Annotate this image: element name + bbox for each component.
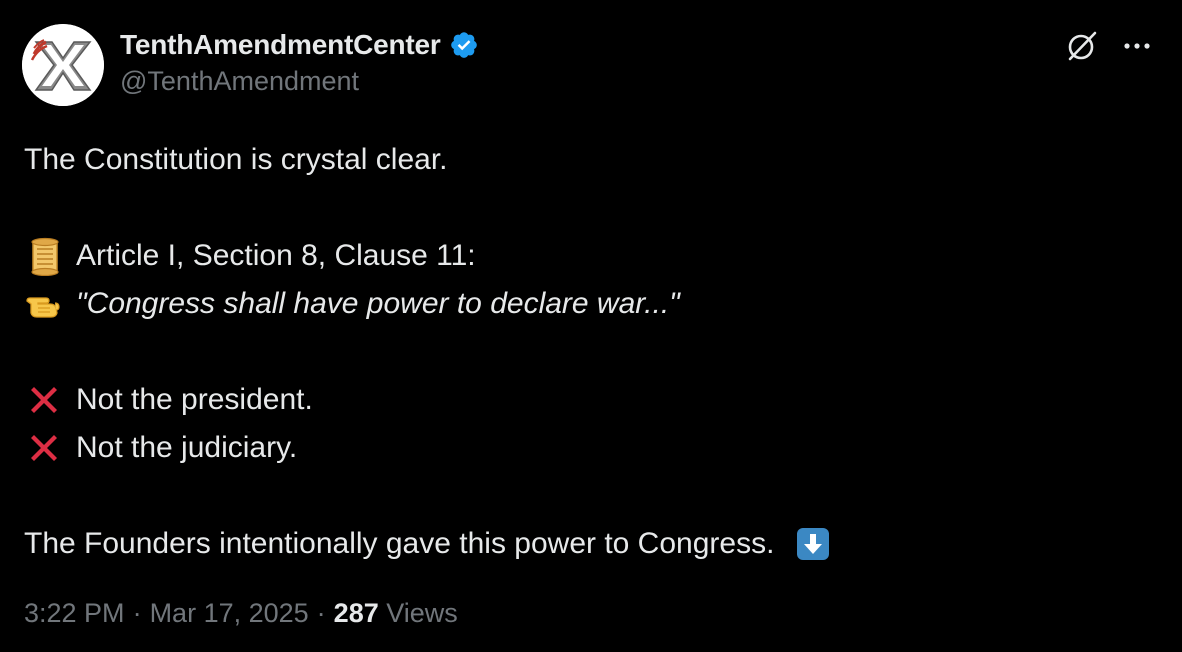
views-count: 287 [333,598,379,628]
separator: · [132,598,142,628]
tenth-amendment-logo-icon [22,24,104,106]
tweet-line: The Founders intentionally gave this pow… [24,520,1154,568]
tweet-meta: 3:22 PM · Mar 17, 2025 · 287 Views [24,598,458,629]
tweet-line-text: The Founders intentionally gave this pow… [24,527,775,560]
tweet-line-text: Not the president. [76,383,313,416]
tweet: TenthAmendmentCenter @TenthAmendment The… [0,0,1182,652]
cross-mark-emoji-icon [31,435,57,461]
down-arrow-emoji-icon [797,528,830,560]
grok-icon[interactable] [1064,28,1100,64]
tweet-line: Article I, Section 8, Clause 11: [24,232,1154,280]
timestamp-time[interactable]: 3:22 PM [24,598,125,628]
tweet-quote-text: "Congress shall have power to declare wa… [76,287,680,320]
pointing-hand-emoji-icon [26,297,60,318]
tweet-line-text: Not the judiciary. [76,431,298,464]
display-name[interactable]: TenthAmendmentCenter [120,29,441,61]
tweet-line: The Constitution is crystal clear. [24,136,1154,184]
tweet-line: Not the judiciary. [24,424,1154,472]
separator: · [316,598,326,628]
timestamp-date[interactable]: Mar 17, 2025 [150,598,309,628]
header-actions [1064,28,1152,64]
tweet-text: The Constitution is crystal clear. Artic… [24,136,1154,568]
scroll-emoji-icon [31,237,59,276]
tweet-line: Not the president. [24,376,1154,424]
cross-mark-emoji-icon [31,387,57,413]
avatar[interactable] [22,24,104,106]
more-icon[interactable] [1122,31,1152,61]
tweet-line-text: Article I, Section 8, Clause 11: [76,239,476,272]
handle[interactable]: @TenthAmendment [120,66,359,97]
views-label: Views [386,598,458,628]
tweet-line: "Congress shall have power to declare wa… [24,280,1154,328]
author-row: TenthAmendmentCenter [120,26,479,64]
tweet-line-text: The Constitution is crystal clear. [24,143,448,176]
verified-badge-icon [450,32,477,58]
